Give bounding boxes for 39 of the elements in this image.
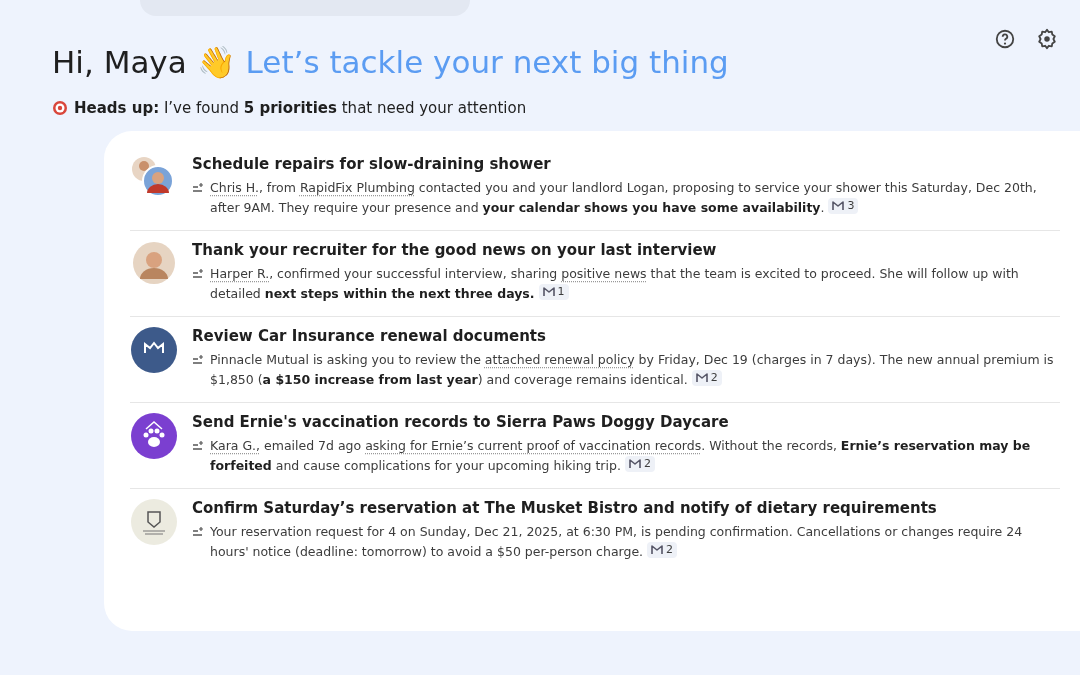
- email-count-badge[interactable]: 2: [691, 370, 722, 386]
- email-count-badge[interactable]: 3: [828, 198, 859, 214]
- summary-text: Harper R., confirmed your successful interview, sharing positive news that the team is excited to proceed. She will follow up with detailed next steps within the next three days. 1: [210, 265, 1020, 303]
- email-count-badge[interactable]: 1: [538, 284, 569, 300]
- priority-title[interactable]: Schedule repairs for slow-draining shower: [192, 155, 1060, 173]
- mail-icon: [695, 373, 708, 383]
- priority-title[interactable]: Confirm Saturday’s reservation at The Musket Bistro and notify of dietary requirements: [192, 499, 1060, 517]
- summary-link[interactable]: RapidFix Plumbing: [299, 180, 415, 195]
- tagline: Let’s tackle your next big thing: [245, 44, 729, 80]
- notice-text: Heads up: I’ve found 5 priorities that need your attention: [74, 99, 527, 117]
- ai-summary-icon: [192, 354, 204, 366]
- summary-link[interactable]: positive news: [561, 266, 647, 281]
- summary-link[interactable]: attached renewal policy: [484, 352, 635, 367]
- target-icon: [52, 100, 68, 116]
- mail-icon: [651, 545, 664, 555]
- summary-link[interactable]: Chris H.: [210, 180, 259, 195]
- email-count-badge[interactable]: 2: [647, 542, 678, 558]
- priority-title[interactable]: Review Car Insurance renewal documents: [192, 327, 1060, 345]
- paw-logo-icon: [131, 413, 177, 459]
- insurer-logo-icon: [131, 327, 177, 373]
- person-avatar-icon: [132, 241, 176, 285]
- mail-icon: [832, 201, 845, 211]
- ai-summary-icon: [192, 440, 204, 452]
- summary-link[interactable]: Harper R.: [210, 266, 270, 281]
- summary-link[interactable]: Kara G.,: [210, 438, 261, 453]
- email-count-badge[interactable]: 2: [624, 456, 655, 472]
- bistro-logo-icon: [131, 499, 177, 545]
- summary-text: Pinnacle Mutual is asking you to review the attached renewal policy by Friday, Dec 19 (charges in 7 days). The new annual premium is $1,850 (a $150 increase from last year) and coverage remains identical. 2: [210, 351, 1055, 389]
- greeting: Hi, Maya 👋: [52, 44, 236, 81]
- ai-summary-icon: [192, 526, 204, 538]
- summary-text: Your reservation request for 4 on Sunday, Dec 21, 2025, at 6:30 PM, is pending confirmation. Cancellations or changes require 24 hours' notice (deadline: tomorrow) to avoid a $50 per-person charge. 2: [210, 523, 1024, 561]
- summary-text: Chris H., from RapidFix Plumbing contacted you and your landlord Logan, proposing to service your shower this Saturday, Dec 20th, after 9AM. They require your presence and your calendar shows you have some availability. 3: [210, 179, 1038, 217]
- summary-text: Kara G., emailed 7d ago asking for Ernie’s current proof of vaccination records. Without the records, Ernie’s reservation may be forfeited and cause complications for your upcoming hiking trip. 2: [210, 437, 1032, 475]
- mail-icon: [628, 459, 641, 469]
- ai-summary-icon: [192, 268, 204, 280]
- priority-title[interactable]: Thank your recruiter for the good news on your last interview: [192, 241, 1060, 259]
- mail-icon: [542, 287, 555, 297]
- priority-title[interactable]: Send Ernie's vaccination records to Sierra Paws Doggy Daycare: [192, 413, 1060, 431]
- ai-summary-icon: [192, 182, 204, 194]
